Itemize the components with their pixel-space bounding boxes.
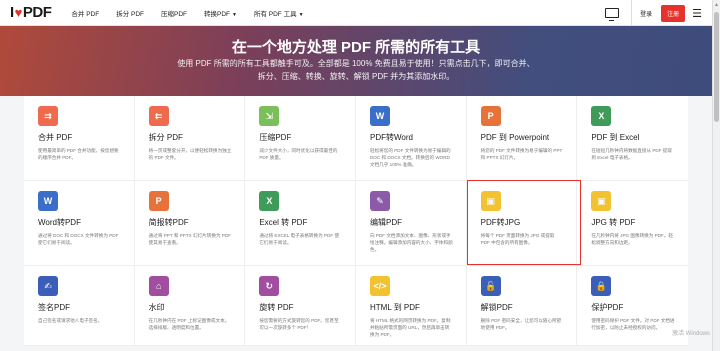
header-right-tools: 登录 注册 ☰ [605,0,702,26]
tool-title: 解锁PDF [480,303,513,312]
tool-title: 合并 PDF [38,133,73,142]
tool-description: 通过将 PPT 和 PPTX 幻灯片转换为 PDF 使其易于查看。 [148,233,232,245]
page-scrollbar[interactable]: ▲ [712,0,720,351]
tool-card[interactable]: ⇲ 压缩PDF 减少文件大小，同时优化以获得最佳的 PDF 质量。 [245,96,356,181]
signup-button[interactable]: 注册 [661,4,686,22]
tool-icon: ✎ [369,191,390,211]
tool-icon: W [369,106,390,126]
hamburger-menu-icon[interactable]: ☰ [692,7,702,20]
tool-icon: 🔒 [591,276,612,296]
tool-title: 保护PDF [591,303,624,312]
hero-subtitle: 使用 PDF 所需的所有工具都触手可及。全部都是 100% 免费且易于使用！只需… [0,57,712,83]
tool-description: 使用最简单的 PDF 合并功能，按您想要的顺序合并 PDF。 [38,148,119,160]
hero-title: 在一个地方处理 PDF 所需的所有工具 [231,39,481,56]
tool-icon: 🔓 [480,276,501,296]
tool-card[interactable]: </> HTML 到 PDF 将 HTML 格式的网页转换为 PDF。复制并粘贴所需… [355,266,467,346]
tool-title: 旋转 PDF [259,303,294,312]
desktop-app-icon[interactable] [605,8,620,21]
tool-card[interactable]: 🔓 解锁PDF 删除 PDF 密码安全，让您可以随心所欲地使用 PDF。 [466,266,578,346]
tool-icon: X [259,191,280,211]
scroll-up-arrow-icon[interactable]: ▲ [714,2,719,8]
tool-description: 将您的 PDF 文件转换为易于编辑的 PPT 和 PPTX 幻灯片。 [480,148,563,160]
tool-card[interactable]: ⌂ 水印在几秒钟内在 PDF 上标记图像或文本。选择排版、透明度和位置。 [134,266,246,346]
tool-card[interactable]: X PDF 到 Excel 在短短几秒钟内将数据直接从 PDF 提取到 Excel … [577,96,688,181]
tool-card[interactable]: W PDF转Word 轻松将您的 PDF 文件转换为易于编辑的 DOC 和 DOCX… [355,96,467,181]
tool-description: 将一页或整套分开，以便轻松转换为独立的 PDF 文件。 [148,148,232,160]
tool-icon: ↻ [259,276,280,296]
tool-card[interactable]: ⇉ 合并 PDF 使用最简单的 PDF 合并功能，按您想要的顺序合并 PDF。 [24,96,135,181]
tool-card[interactable]: ↻ 旋转 PDF 按您需要的方式旋转您的 PDF。您甚至可以一次旋转多个 PDF！ [245,266,356,346]
tool-title: PDF 到 Excel [591,133,640,142]
scrollbar-thumb[interactable] [714,12,719,122]
tool-title: Excel 转 PDF [259,218,308,227]
tool-title: 水印 [148,303,165,312]
tool-description: 通过将 EXCEL 电子表格转换为 PDF 使它们易于阅读。 [259,233,340,245]
tool-description: 使用密码保护 PDF 文件。对 PDF 文档进行加密，以防止未经授权的访问。 [591,318,675,330]
tool-icon: ⇲ [259,106,280,126]
tool-description: 在几秒钟内将 JPG 图像转换为 PDF。轻松调整方向和边距。 [591,233,673,245]
tool-card[interactable]: P PDF 到 Powerpoint 将您的 PDF 文件转换为易于编辑的 PPT … [466,96,578,181]
tool-card[interactable]: ▣ JPG 转 PDF 在几秒钟内将 JPG 图像转换为 PDF。轻松调整方向和边距… [577,181,688,266]
tool-title: 压缩PDF [259,133,292,142]
tool-title: JPG 转 PDF [591,218,636,227]
tool-title: Word转PDF [38,218,81,227]
tool-title: 拆分 PDF [148,133,183,142]
tool-icon: P [148,191,169,211]
tool-icon: ▣ [591,191,612,211]
tool-icon: W [38,191,58,211]
nav-merge-pdf[interactable]: 合并 PDF [71,8,99,18]
logo-pdf: PDF [22,4,52,21]
selection-highlight-box [467,180,581,265]
nav-all-tools-label: 所有 PDF 工具 [253,10,297,18]
tool-description: 通过将 DOC 和 DOCX 文件转换为 PDF 使它们易于阅读。 [38,233,119,245]
tool-description: 向 PDF 文档添加文本、图像、形状或手绘注释。编辑添加内容的大小、字体和颜色。 [369,233,453,252]
tool-description: 删除 PDF 密码安全，让您可以随心所欲地使用 PDF。 [480,318,562,330]
hero-subtitle-line-2: 拆分、压缩、转换、旋转、解锁 PDF 并为其添加水印。 [257,72,455,81]
nav-compress-pdf[interactable]: 压缩PDF [161,8,187,18]
tool-icon: P [480,106,501,126]
nav-all-tools-dropdown[interactable]: 所有 PDF 工具 ▼ [254,8,304,18]
tool-title: PDF转Word [369,133,413,142]
tool-title: 简报转PDF [148,218,189,227]
tool-description: 按您需要的方式旋转您的 PDF。您甚至可以一次旋转多个 PDF！ [259,318,339,330]
tool-card[interactable]: W Word转PDF 通过将 DOC 和 DOCX 文件转换为 PDF 使它们易于阅… [24,181,135,266]
tool-title: 签名PDF [38,303,70,312]
hero-banner: 在一个地方处理 PDF 所需的所有工具 使用 PDF 所需的所有工具都触手可及。… [0,26,712,96]
tool-description: 在短短几秒钟内将数据直接从 PDF 提取到 Excel 电子表格。 [591,148,672,160]
heart-icon: ♥ [14,5,23,20]
login-button[interactable]: 登录 [640,9,652,18]
tool-title: 编辑PDF [369,218,402,227]
ilovepdf-logo[interactable]: I ♥ PDF [10,4,52,21]
nav-convert-pdf-dropdown[interactable]: 转换PDF ▼ [204,8,237,18]
tool-icon: </> [369,276,390,296]
tool-card[interactable]: P 简报转PDF 通过将 PPT 和 PPTX 幻灯片转换为 PDF 使其易于查看。 [134,181,246,266]
top-navigation-bar: I ♥ PDF 合并 PDF 拆分 PDF 压缩PDF 转换PDF ▼ 所有 PD… [0,0,712,26]
tool-title: PDF 到 Powerpoint [480,133,550,142]
logo-i: I [10,4,14,21]
tool-description: 将 HTML 格式的网页转换为 PDF。复制并粘贴所需页面的 URL，然后再单击… [369,318,451,337]
caret-down-icon: ▼ [232,11,237,18]
tool-description: 轻松将您的 PDF 文件转换为易于编辑的 DOC 和 DOCX 文档。转换后的 … [369,148,451,167]
tool-icon: ✍ [38,276,58,296]
nav-split-pdf[interactable]: 拆分 PDF [116,8,144,18]
tool-description: 减少文件大小，同时优化以获得最佳的 PDF 质量。 [259,148,338,160]
tool-card[interactable]: ✍ 签名PDF 自己签名或请求他人电子签名。 [24,266,135,346]
tool-icon: ⇇ [148,106,169,126]
tool-card[interactable]: X Excel 转 PDF 通过将 EXCEL 电子表格转换为 PDF 使它们易于阅… [245,181,356,266]
windows-activation-watermark: 激活 Windows [671,331,710,337]
divider [631,0,633,26]
main-nav: 合并 PDF 拆分 PDF 压缩PDF 转换PDF ▼ 所有 PDF 工具 ▼ [71,8,320,18]
tool-icon: ⌂ [148,276,169,296]
tool-card[interactable]: ✎ 编辑PDF 向 PDF 文档添加文本、图像、形状或手绘注释。编辑添加内容的大小、… [355,181,467,266]
caret-down-icon: ▼ [298,11,304,18]
tool-card[interactable]: ⇇ 拆分 PDF 将一页或整套分开，以便轻松转换为独立的 PDF 文件。 [134,96,246,181]
tool-description: 在几秒钟内在 PDF 上标记图像或文本。选择排版、透明度和位置。 [148,318,230,330]
tool-description: 自己签名或请求他人电子签名。 [38,318,103,323]
tool-grid: ⇉ 合并 PDF 使用最简单的 PDF 合并功能，按您想要的顺序合并 PDF。 ⇇ 拆分… [24,96,688,346]
tool-icon: X [591,106,612,126]
nav-convert-label: 转换PDF [204,10,231,18]
hero-subtitle-line-1: 使用 PDF 所需的所有工具都触手可及。全部都是 100% 免费且易于使用！只需… [177,59,535,68]
tool-icon: ⇉ [38,106,58,126]
tool-title: HTML 到 PDF [369,303,420,312]
